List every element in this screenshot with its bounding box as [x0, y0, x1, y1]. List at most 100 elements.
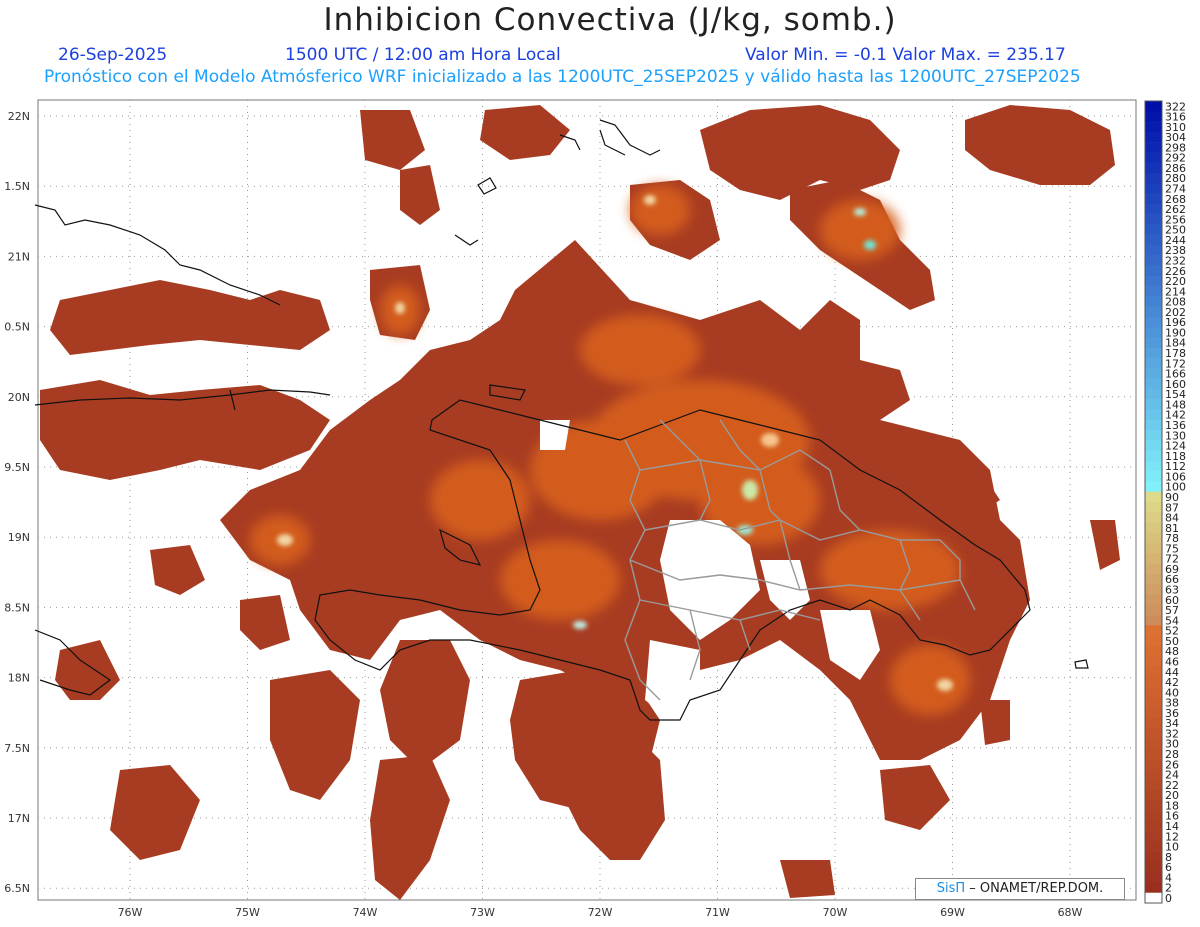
- colorbar-swatch: [1145, 296, 1162, 307]
- colorbar-swatch: [1145, 131, 1162, 143]
- lon-label: 75W: [235, 906, 260, 919]
- colorbar-swatch: [1145, 522, 1162, 534]
- colorbar-swatch: [1145, 872, 1162, 883]
- colorbar-swatch: [1145, 728, 1162, 739]
- colorbar-swatch: [1145, 645, 1162, 657]
- lat-label: 7.5N: [4, 742, 30, 755]
- colorbar-swatch: [1145, 512, 1162, 523]
- lat-label: 21N: [8, 250, 30, 263]
- lon-label: 72W: [588, 906, 613, 919]
- colorbar-swatch: [1145, 337, 1162, 349]
- colorbar-swatch: [1145, 440, 1162, 451]
- colorbar-swatch: [1145, 892, 1162, 904]
- colorbar-swatch: [1145, 255, 1162, 266]
- colorbar-swatch: [1145, 419, 1162, 431]
- colorbar-swatch: [1145, 676, 1162, 688]
- lat-label: 9.5N: [4, 461, 30, 474]
- colorbar-swatch: [1145, 275, 1162, 287]
- colorbar-swatch: [1145, 625, 1162, 636]
- colorbar-swatch: [1145, 532, 1162, 544]
- colorbar-swatch: [1145, 224, 1162, 235]
- forecast-date: 26-Sep-2025: [58, 45, 168, 65]
- colorbar-swatch: [1145, 388, 1162, 400]
- lon-label: 68W: [1058, 906, 1083, 919]
- colorbar-swatch: [1145, 543, 1162, 554]
- colorbar-swatch: [1145, 800, 1162, 811]
- colorbar-swatch: [1145, 183, 1162, 194]
- forecast-time: 1500 UTC / 12:00 am Hora Local: [285, 45, 561, 65]
- lon-label: 74W: [353, 906, 378, 919]
- colorbar-swatch: [1145, 409, 1162, 421]
- colorbar: 3223163103042982922862802742682622562502…: [1144, 100, 1186, 905]
- colorbar-swatch: [1145, 121, 1162, 133]
- colorbar-swatch: [1145, 450, 1162, 462]
- colorbar-swatch: [1145, 327, 1162, 338]
- colorbar-swatch: [1145, 738, 1162, 750]
- colorbar-swatch: [1145, 265, 1162, 277]
- lat-label: 6.5N: [4, 882, 30, 895]
- colorbar-swatch: [1145, 378, 1162, 390]
- colorbar-swatch: [1145, 234, 1162, 246]
- colorbar-swatch: [1145, 358, 1162, 369]
- colorbar-swatch: [1145, 347, 1162, 359]
- colorbar-swatch: [1145, 286, 1162, 297]
- colorbar-swatch: [1145, 697, 1162, 708]
- colorbar-swatch: [1145, 573, 1162, 585]
- colorbar-swatch: [1145, 244, 1162, 256]
- colorbar-swatch: [1145, 656, 1162, 667]
- colorbar-swatch: [1145, 162, 1162, 174]
- colorbar-swatch: [1145, 101, 1162, 112]
- colorbar-swatch: [1145, 368, 1162, 379]
- colorbar-swatch: [1145, 481, 1162, 493]
- colorbar-swatch: [1145, 882, 1162, 894]
- colorbar-swatch: [1145, 748, 1162, 760]
- colorbar-swatch: [1145, 789, 1162, 801]
- colorbar-swatch: [1145, 203, 1162, 215]
- lon-label: 73W: [470, 906, 495, 919]
- lat-label: 1.5N: [4, 180, 30, 193]
- colorbar-swatch: [1145, 471, 1162, 482]
- colorbar-swatch: [1145, 142, 1162, 153]
- colorbar-swatch: [1145, 707, 1162, 719]
- colorbar-swatch: [1145, 810, 1162, 822]
- colorbar-swatch: [1145, 717, 1162, 729]
- colorbar-swatch: [1145, 553, 1162, 564]
- longitude-labels: 76W 75W 74W 73W 72W 71W 70W 69W 68W: [118, 906, 1083, 919]
- lon-label: 69W: [940, 906, 965, 919]
- lon-label: 71W: [705, 906, 730, 919]
- colorbar-swatch: [1145, 841, 1162, 852]
- colorbar-swatch: [1145, 851, 1162, 863]
- map-title: Inhibicion Convectiva (J/kg, somb.): [323, 2, 897, 38]
- colorbar-swatch: [1145, 460, 1162, 472]
- colorbar-swatch: [1145, 214, 1162, 225]
- lon-label: 70W: [823, 906, 848, 919]
- lat-label: 0.5N: [4, 321, 30, 334]
- colorbar-swatch: [1145, 502, 1162, 513]
- credit-box: SisΠ – ONAMET/REP.DOM.: [915, 878, 1125, 900]
- colorbar-swatch: [1145, 666, 1162, 678]
- colorbar-swatch: [1145, 594, 1162, 606]
- cin-map: 22N 1.5N 21N 0.5N 20N 9.5N 19N 8.5N 18N 7.5N 17N 6.…: [4, 99, 1186, 919]
- colorbar-swatch: [1145, 831, 1162, 842]
- lon-label: 76W: [118, 906, 143, 919]
- colorbar-swatch: [1145, 604, 1162, 616]
- colorbar-swatch: [1145, 769, 1162, 780]
- colorbar-swatch: [1145, 584, 1162, 595]
- colorbar-swatch: [1145, 491, 1162, 503]
- lat-label: 22N: [8, 110, 30, 123]
- model-description: Pronóstico con el Modelo Atmósferico WRF…: [44, 67, 1081, 87]
- colorbar-swatch: [1145, 820, 1162, 832]
- colorbar-swatch: [1145, 687, 1162, 698]
- colorbar-swatch: [1145, 399, 1162, 410]
- colorbar-swatch: [1145, 111, 1162, 122]
- colorbar-swatch: [1145, 779, 1162, 791]
- lat-label: 18N: [8, 672, 30, 685]
- colorbar-swatch: [1145, 861, 1162, 873]
- lat-label: 20N: [8, 391, 30, 404]
- colorbar-swatch: [1145, 193, 1162, 205]
- colorbar-swatch: [1145, 635, 1162, 647]
- colorbar-swatch: [1145, 615, 1162, 626]
- colorbar-swatch: [1145, 316, 1162, 328]
- lat-label: 8.5N: [4, 601, 30, 614]
- lat-label: 17N: [8, 812, 30, 825]
